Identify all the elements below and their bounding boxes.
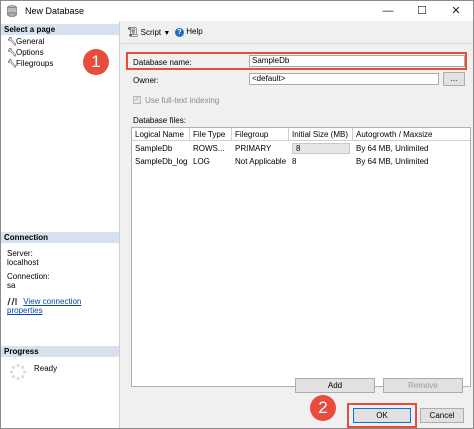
toolbar: 📜︎ Script ▼ ? Help [121, 21, 473, 44]
wrench-icon: 🔧︎ [7, 59, 18, 68]
database-name-highlight [126, 52, 467, 70]
column-header[interactable]: Initial Size (MB) [289, 128, 353, 141]
column-header[interactable]: Logical Name [132, 128, 190, 141]
cell-autogrowth[interactable]: By 64 MB, Unlimited [353, 142, 470, 155]
progress-status: Ready [34, 364, 58, 373]
cell-initial-size[interactable]: 8 [289, 155, 353, 168]
title-bar: New Database — ☐ ✕ [1, 1, 473, 21]
table-row[interactable]: SampleDb_log LOG Not Applicable 8 By 64 … [132, 155, 470, 168]
page-item-filegroups[interactable]: 🔧︎Filegroups [7, 59, 53, 68]
page-item-options[interactable]: 🔧︎Options [7, 48, 44, 57]
column-header[interactable]: Filegroup [232, 128, 289, 141]
page-item-general[interactable]: 🔧︎General [7, 37, 44, 46]
fulltext-label: Use full-text indexing [145, 96, 220, 105]
remove-button[interactable]: Remove [383, 378, 463, 393]
left-pane: Select a page 🔧︎General 🔧︎Options 🔧︎File… [1, 21, 120, 428]
owner-browse-button[interactable]: ... [443, 72, 465, 86]
cell-autogrowth[interactable]: By 64 MB, Unlimited [353, 155, 470, 168]
server-value: localhost [7, 258, 39, 267]
page-item-label: General [16, 37, 45, 46]
view-connection-properties[interactable]: View connection properties [7, 297, 119, 315]
owner-field[interactable]: <default> [249, 73, 439, 85]
minimize-button[interactable]: — [371, 1, 405, 21]
page-item-label: Filegroups [16, 59, 54, 68]
database-files-label: Database files: [133, 116, 186, 125]
owner-label: Owner: [133, 76, 159, 85]
progress-spinner-icon [9, 363, 27, 381]
close-button[interactable]: ✕ [439, 1, 473, 21]
initial-size-field[interactable]: 8 [292, 143, 350, 154]
help-icon: ? [175, 28, 184, 37]
database-icon [7, 5, 17, 17]
column-header[interactable]: Autogrowth / Maxsize [353, 128, 470, 141]
progress-header: Progress [1, 346, 119, 357]
wrench-icon: 🔧︎ [7, 37, 18, 46]
column-header[interactable]: File Type [190, 128, 232, 141]
cancel-button[interactable]: Cancel [420, 408, 464, 423]
ok-highlight [347, 403, 417, 428]
help-label: Help [186, 27, 203, 36]
script-label: Script [140, 28, 162, 37]
cell-filegroup[interactable]: Not Applicable [232, 155, 289, 168]
script-icon: 📜︎ [127, 27, 139, 37]
page-item-label: Options [16, 48, 44, 57]
cell-logical-name[interactable]: SampleDb [132, 142, 190, 155]
script-button[interactable]: 📜︎ Script ▼ [127, 27, 170, 38]
new-database-window: New Database — ☐ ✕ Select a page 🔧︎Gener… [0, 0, 474, 429]
connection-label: Connection: [7, 272, 50, 281]
fulltext-checkbox[interactable]: ✓ [133, 96, 141, 104]
cell-filegroup[interactable]: PRIMARY [232, 142, 289, 155]
connection-value: sa [7, 281, 16, 290]
server-label: Server: [7, 249, 33, 258]
table-row[interactable]: SampleDb ROWS... PRIMARY 8 By 64 MB, Unl… [132, 142, 470, 155]
connection-properties-icon [7, 298, 17, 306]
wrench-icon: 🔧︎ [7, 48, 18, 57]
help-button[interactable]: ? Help [175, 27, 203, 37]
cell-initial-size: 8 [296, 144, 301, 153]
chevron-down-icon: ▼ [163, 30, 171, 37]
cell-file-type[interactable]: ROWS... [190, 142, 232, 155]
maximize-button[interactable]: ☐ [405, 1, 439, 21]
database-files-grid[interactable]: Logical Name File Type Filegroup Initial… [131, 127, 471, 387]
callout-step-2: 2 [310, 395, 336, 421]
main-pane: 📜︎ Script ▼ ? Help Database name: Sample… [121, 21, 473, 428]
cell-logical-name[interactable]: SampleDb_log [132, 155, 190, 168]
select-page-header: Select a page [1, 24, 119, 35]
callout-step-1: 1 [83, 49, 109, 75]
window-title: New Database [25, 6, 85, 16]
cell-file-type[interactable]: LOG [190, 155, 232, 168]
add-button[interactable]: Add [295, 378, 375, 393]
connection-header: Connection [1, 232, 119, 243]
